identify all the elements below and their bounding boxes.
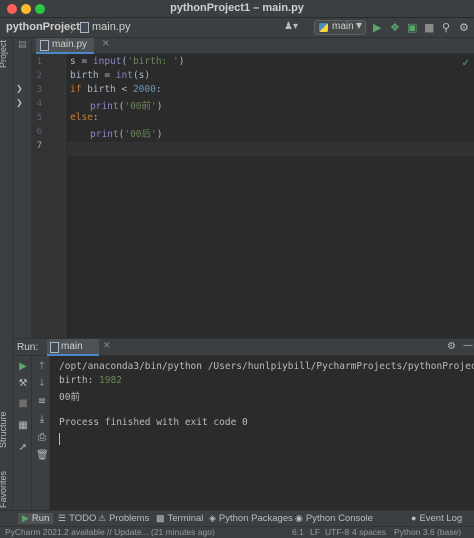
python-interpreter[interactable]: Python 3.6 (base)	[394, 527, 461, 537]
line-number: 6	[36, 127, 42, 137]
search-icon[interactable]: ⚲	[442, 21, 450, 34]
project-tool-button[interactable]: Project	[0, 40, 8, 68]
hide-panel-icon[interactable]: —	[463, 340, 473, 351]
close-tab-icon[interactable]: ✕	[102, 39, 110, 49]
navigation-bar: pythonProject1 〉 main.py ♟▾ main ▼ ▶ ❖ ▣…	[0, 18, 474, 38]
user-icon[interactable]: ♟▾	[284, 21, 298, 32]
scroll-to-end-icon[interactable]: ⤓	[36, 414, 48, 426]
python-file-icon	[40, 40, 49, 51]
gear-icon[interactable]: ⚙	[447, 341, 456, 352]
run-icon: ▶	[22, 513, 29, 523]
line-number: 2	[36, 71, 42, 81]
run-icon[interactable]: ▶	[373, 21, 381, 34]
run-console[interactable]: /opt/anaconda3/bin/python /Users/hunlpiy…	[51, 356, 474, 510]
run-window-label: Run:	[17, 342, 39, 353]
code-line-3: if birth < 2000:	[70, 84, 162, 95]
tab-python-packages[interactable]: ◈ Python Packages	[209, 513, 293, 524]
code-editor[interactable]: ✓ s = input('birth: ') birth = int(s) if…	[67, 54, 474, 338]
caret-position[interactable]: 6:1	[292, 527, 304, 537]
favorites-tool-button[interactable]: Favorites	[0, 471, 8, 508]
list-icon: ☰	[58, 513, 67, 523]
line-number: 3	[36, 85, 42, 95]
code-line-2: birth = int(s)	[70, 70, 151, 81]
event-log-icon: ●	[411, 513, 417, 523]
editor-tab-bar: ▤ main.py ✕	[18, 38, 474, 54]
chevron-right-icon[interactable]: ❯	[16, 84, 23, 93]
line-number: 4	[36, 99, 42, 109]
console-output-line: 00前	[59, 392, 80, 403]
stop-icon[interactable]: ■	[17, 398, 29, 410]
terminal-icon: ▩	[156, 513, 165, 523]
line-number: 5	[36, 113, 42, 123]
code-line-6: print('00后')	[90, 129, 163, 140]
tab-label: main.py	[52, 39, 88, 50]
caret-row-highlight	[67, 142, 474, 156]
soft-wrap-icon[interactable]: ≡	[36, 396, 48, 408]
tab-todo[interactable]: ☰ TODO	[58, 513, 96, 524]
bottom-tool-tabs: ▶ Run ☰ TODO ⚠ Problems ▩ Terminal ◈ Python P…	[0, 510, 474, 526]
print-icon[interactable]: ⎙	[36, 432, 48, 444]
inspection-ok-icon[interactable]: ✓	[462, 58, 470, 69]
run-configuration-label: main	[332, 21, 354, 32]
run-configuration-selector[interactable]: main ▼	[314, 20, 366, 35]
code-line-4: print('00前')	[90, 101, 163, 112]
warning-icon: ⚠	[98, 513, 107, 523]
console-cursor	[59, 433, 60, 445]
console-exit-line: Process finished with exit code 0	[59, 417, 248, 428]
layout-icon[interactable]: ▦	[17, 420, 29, 432]
run-toolbar: ▶ ⚒ ■ ▦ ➚	[13, 356, 32, 510]
console-input-line: birth: 1982	[59, 375, 122, 386]
trash-icon[interactable]: 🗑	[36, 450, 49, 462]
status-bar: PyCharm 2021.2 available // Update... (2…	[0, 526, 474, 538]
tab-event-log[interactable]: ● Event Log	[411, 513, 462, 524]
run-toolbar-secondary: ↑ ↓ ≡ ⤓ ⎙ 🗑	[32, 356, 50, 510]
chevron-right-icon[interactable]: ❯	[16, 98, 23, 107]
stop-icon[interactable]: ■	[424, 21, 434, 34]
wrench-icon[interactable]: ⚒	[17, 378, 29, 390]
title-bar: pythonProject1 – main.py	[0, 0, 474, 18]
tab-python-console[interactable]: ◉ Python Console	[295, 513, 373, 524]
line-separator[interactable]: LF	[310, 527, 320, 537]
code-line-1: s = input('birth: ')	[70, 56, 185, 67]
pin-icon[interactable]: ➚	[17, 442, 29, 454]
run-tab-label: main	[61, 341, 83, 352]
coverage-icon[interactable]: ▣	[407, 21, 417, 34]
run-tab-main[interactable]: main	[47, 339, 99, 356]
breadcrumb-file[interactable]: main.py	[92, 21, 131, 33]
project-panel: ❯ ❯	[13, 38, 32, 338]
tab-run[interactable]: ▶ Run	[18, 513, 54, 524]
update-notification[interactable]: PyCharm 2021.2 available // Update... (2…	[5, 527, 215, 537]
python-icon	[319, 23, 328, 32]
run-window-header: Run: main ✕ ⚙ —	[13, 338, 474, 356]
line-number: 7	[36, 141, 42, 151]
tab-main-py[interactable]: main.py	[36, 38, 94, 54]
file-encoding[interactable]: UTF-8	[325, 527, 349, 537]
python-file-icon	[80, 22, 89, 33]
tab-terminal[interactable]: ▩ Terminal	[156, 513, 203, 524]
structure-tool-button[interactable]: Structure	[0, 411, 8, 448]
python-console-icon: ◉	[295, 513, 303, 523]
settings-icon[interactable]: ⚙	[459, 21, 469, 34]
packages-icon: ◈	[209, 513, 216, 523]
window-title: pythonProject1 – main.py	[170, 2, 304, 14]
line-number-gutter: 1 2 3 4 5 6 7	[32, 54, 66, 338]
scroll-down-icon[interactable]: ↓	[36, 378, 48, 390]
rerun-icon[interactable]: ▶	[17, 361, 29, 373]
indent-setting[interactable]: 4 spaces	[352, 527, 386, 537]
debug-icon[interactable]: ❖	[390, 21, 400, 34]
code-line-5: else:	[70, 112, 99, 123]
left-tool-strip: Project Structure Favorites	[0, 38, 13, 510]
close-run-tab-icon[interactable]: ✕	[103, 341, 111, 351]
python-file-icon	[50, 342, 59, 353]
console-command-line: /opt/anaconda3/bin/python /Users/hunlpiy…	[59, 361, 474, 372]
tab-problems[interactable]: ⚠ Problems	[98, 513, 149, 524]
line-number: 1	[36, 57, 42, 67]
chevron-down-icon: ▼	[355, 21, 362, 30]
layout-icon[interactable]: ▤	[18, 40, 27, 50]
scroll-up-icon[interactable]: ↑	[36, 361, 48, 373]
